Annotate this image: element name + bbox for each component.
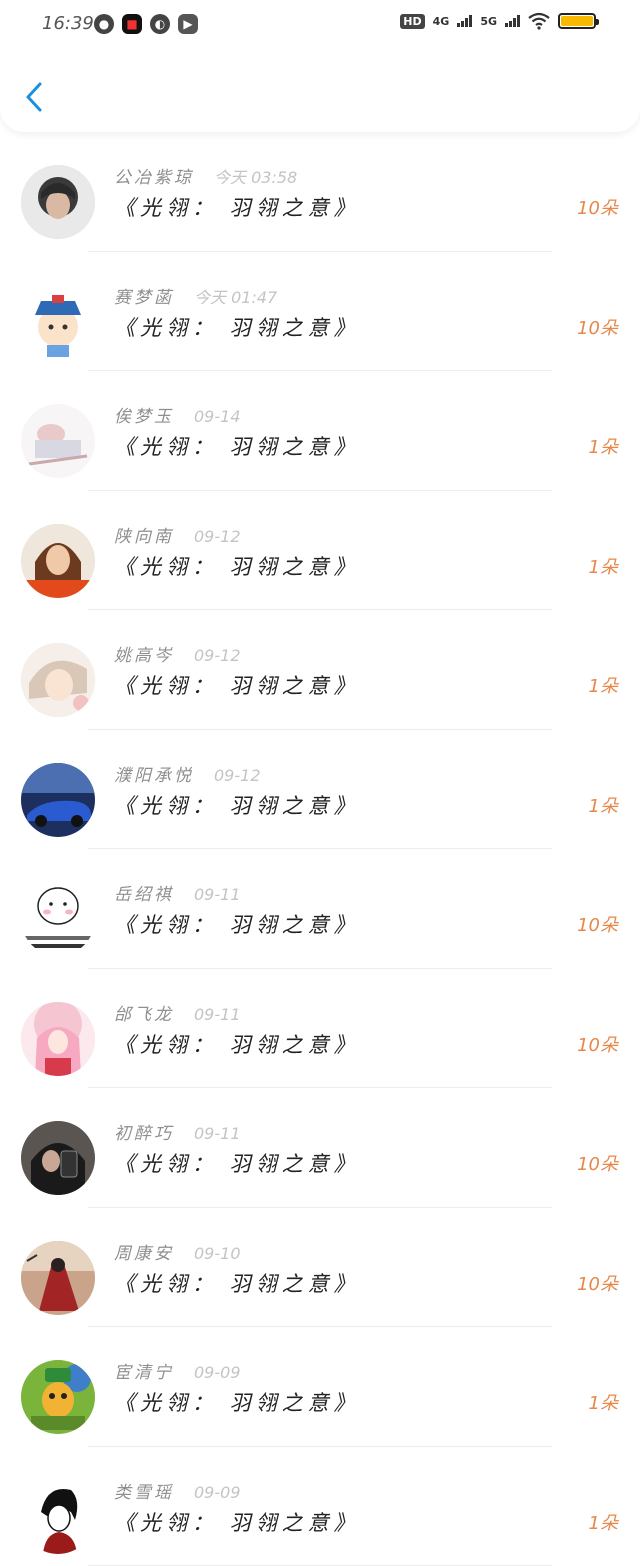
top-header: 16:39 ● ■ ◐ ▶ HD 4G 5G bbox=[0, 0, 640, 132]
gift-amount: 1朵 bbox=[589, 1389, 618, 1415]
list-item[interactable]: 邰飞龙 09-11 《光翎： 羽翎之意》 10朵 bbox=[0, 969, 640, 1089]
gift-amount: 10朵 bbox=[577, 911, 618, 937]
list-item[interactable]: 初醉巧 09-11 《光翎： 羽翎之意》 10朵 bbox=[0, 1088, 640, 1208]
sender-name: 赛梦菡 bbox=[114, 283, 174, 308]
sender-name: 俟梦玉 bbox=[114, 402, 174, 427]
status-time: 16:39 bbox=[42, 13, 94, 34]
list-item[interactable]: 宦清宁 09-09 《光翎： 羽翎之意》 1朵 bbox=[0, 1327, 640, 1447]
send-time: 09-09 bbox=[194, 1363, 241, 1382]
sender-name: 宦清宁 bbox=[114, 1358, 174, 1383]
sender-name: 公冶紫琼 bbox=[114, 163, 194, 188]
avatar[interactable] bbox=[21, 165, 95, 239]
send-time: 09-12 bbox=[214, 766, 261, 785]
book-title: 《光翎： 羽翎之意》 bbox=[114, 431, 360, 461]
signal-icon bbox=[457, 15, 472, 27]
book-title: 《光翎： 羽翎之意》 bbox=[114, 1268, 360, 1298]
gift-amount: 10朵 bbox=[577, 194, 618, 220]
network-5g-label: 5G bbox=[480, 16, 497, 27]
hd-icon: HD bbox=[400, 14, 424, 29]
gift-amount: 1朵 bbox=[589, 553, 618, 579]
list-item[interactable]: 类雪瑶 09-09 《光翎： 羽翎之意》 1朵 bbox=[0, 1447, 640, 1566]
cat-app-icon: ● bbox=[94, 14, 114, 34]
video-app-icon: ■ bbox=[122, 14, 142, 34]
send-time: 09-14 bbox=[194, 407, 241, 426]
chevron-left-icon bbox=[24, 81, 44, 113]
list-item[interactable]: 濮阳承悦 09-12 《光翎： 羽翎之意》 1朵 bbox=[0, 730, 640, 850]
play-app-icon: ▶ bbox=[178, 14, 198, 34]
status-bar: 16:39 ● ■ ◐ ▶ HD 4G 5G bbox=[0, 0, 640, 50]
book-title: 《光翎： 羽翎之意》 bbox=[114, 1507, 360, 1537]
avatar[interactable] bbox=[21, 285, 95, 359]
network-4g-label: 4G bbox=[433, 16, 450, 27]
avatar[interactable] bbox=[21, 1480, 95, 1554]
avatar[interactable] bbox=[21, 524, 95, 598]
sender-name: 岳绍祺 bbox=[114, 880, 174, 905]
gift-amount: 10朵 bbox=[577, 1150, 618, 1176]
book-title: 《光翎： 羽翎之意》 bbox=[114, 1387, 360, 1417]
send-time: 今天 01:47 bbox=[194, 284, 277, 308]
list-item[interactable]: 陕向南 09-12 《光翎： 羽翎之意》 1朵 bbox=[0, 491, 640, 611]
sender-name: 姚高岑 bbox=[114, 641, 174, 666]
sender-name: 邰飞龙 bbox=[114, 1000, 174, 1025]
book-title: 《光翎： 羽翎之意》 bbox=[114, 192, 360, 222]
book-title: 《光翎： 羽翎之意》 bbox=[114, 1029, 360, 1059]
book-title: 《光翎： 羽翎之意》 bbox=[114, 551, 360, 581]
gift-amount: 1朵 bbox=[589, 672, 618, 698]
book-title: 《光翎： 羽翎之意》 bbox=[114, 670, 360, 700]
send-time: 09-10 bbox=[194, 1244, 241, 1263]
send-time: 09-12 bbox=[194, 646, 241, 665]
send-time: 09-11 bbox=[194, 1005, 241, 1024]
send-time: 今天 03:58 bbox=[214, 164, 297, 188]
gift-amount: 1朵 bbox=[589, 1509, 618, 1535]
gift-amount: 1朵 bbox=[589, 433, 618, 459]
avatar[interactable] bbox=[21, 1121, 95, 1195]
sender-name: 周康安 bbox=[114, 1239, 174, 1264]
gift-amount: 10朵 bbox=[577, 1031, 618, 1057]
list-item[interactable]: 赛梦菡 今天 01:47 《光翎： 羽翎之意》 10朵 bbox=[0, 252, 640, 372]
send-time: 09-09 bbox=[194, 1483, 241, 1502]
book-title: 《光翎： 羽翎之意》 bbox=[114, 909, 360, 939]
gift-amount: 1朵 bbox=[589, 792, 618, 818]
avatar[interactable] bbox=[21, 882, 95, 956]
book-title: 《光翎： 羽翎之意》 bbox=[114, 1148, 360, 1178]
sender-name: 类雪瑶 bbox=[114, 1478, 174, 1503]
status-app-icons: ● ■ ◐ ▶ bbox=[94, 14, 198, 34]
list-item[interactable]: 公冶紫琼 今天 03:58 《光翎： 羽翎之意》 10朵 bbox=[0, 132, 640, 252]
avatar[interactable] bbox=[21, 763, 95, 837]
list-item[interactable]: 姚高岑 09-12 《光翎： 羽翎之意》 1朵 bbox=[0, 610, 640, 730]
status-indicators: HD 4G 5G bbox=[400, 12, 596, 30]
wifi-icon bbox=[528, 12, 550, 30]
send-time: 09-11 bbox=[194, 885, 241, 904]
list-item[interactable]: 周康安 09-10 《光翎： 羽翎之意》 10朵 bbox=[0, 1208, 640, 1328]
list-item[interactable]: 俟梦玉 09-14 《光翎： 羽翎之意》 1朵 bbox=[0, 371, 640, 491]
avatar[interactable] bbox=[21, 1360, 95, 1434]
back-button[interactable] bbox=[22, 80, 46, 114]
send-time: 09-11 bbox=[194, 1124, 241, 1143]
avatar[interactable] bbox=[21, 643, 95, 717]
link-app-icon: ◐ bbox=[150, 14, 170, 34]
avatar[interactable] bbox=[21, 1241, 95, 1315]
avatar[interactable] bbox=[21, 404, 95, 478]
book-title: 《光翎： 羽翎之意》 bbox=[114, 790, 360, 820]
list-item[interactable]: 岳绍祺 09-11 《光翎： 羽翎之意》 10朵 bbox=[0, 849, 640, 969]
book-title: 《光翎： 羽翎之意》 bbox=[114, 312, 360, 342]
sender-name: 陕向南 bbox=[114, 522, 174, 547]
battery-icon bbox=[558, 13, 596, 29]
gift-amount: 10朵 bbox=[577, 314, 618, 340]
sender-name: 濮阳承悦 bbox=[114, 761, 194, 786]
sender-name: 初醉巧 bbox=[114, 1119, 174, 1144]
signal-icon-2 bbox=[505, 15, 520, 27]
gift-record-list: 公冶紫琼 今天 03:58 《光翎： 羽翎之意》 10朵 赛梦菡 今天 01:4… bbox=[0, 132, 640, 1566]
gift-amount: 10朵 bbox=[577, 1270, 618, 1296]
send-time: 09-12 bbox=[194, 527, 241, 546]
avatar[interactable] bbox=[21, 1002, 95, 1076]
